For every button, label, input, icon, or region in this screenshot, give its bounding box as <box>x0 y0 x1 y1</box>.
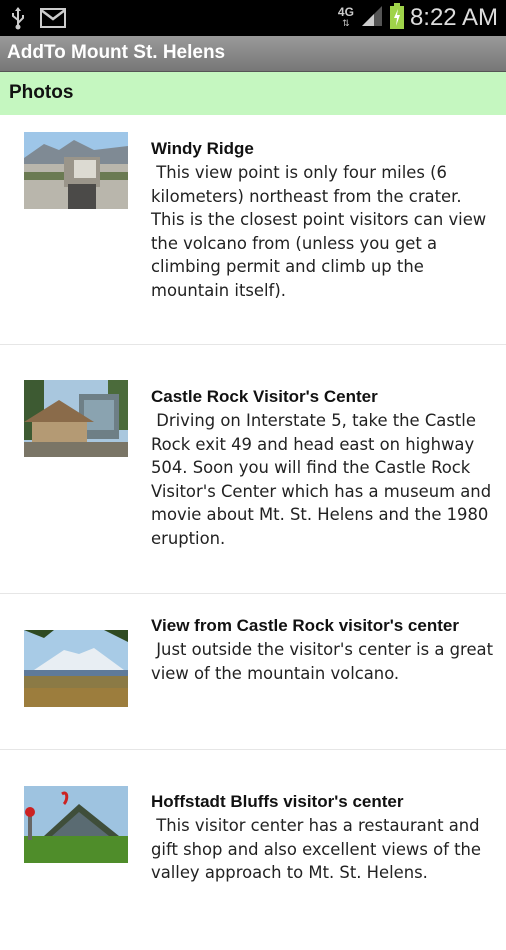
status-bar: 4G ⇅ 8:22 AM <box>0 0 506 36</box>
item-description: Driving on Interstate 5, take the Castle… <box>151 411 497 548</box>
photo-list: Windy Ridge This view point is only four… <box>0 115 506 950</box>
castle-rock-visitor-center-thumbnail <box>24 380 128 457</box>
list-item[interactable]: Castle Rock Visitor's Center Driving on … <box>0 345 506 594</box>
item-title: Windy Ridge <box>151 139 254 158</box>
list-item[interactable]: Hoffstadt Bluffs visitor's center This v… <box>0 750 506 950</box>
clock: 8:22 AM <box>409 4 498 31</box>
item-description: Just outside the visitor's center is a g… <box>151 640 499 683</box>
gmail-icon <box>40 8 66 32</box>
castle-rock-view-thumbnail <box>24 630 128 707</box>
list-item[interactable]: View from Castle Rock visitor's center J… <box>0 594 506 750</box>
signal-icon <box>360 4 384 32</box>
item-title: Castle Rock Visitor's Center <box>151 387 378 406</box>
app-title: AddTo Mount St. Helens <box>7 42 226 63</box>
section-header: Photos <box>0 72 506 115</box>
windy-ridge-thumbnail <box>24 132 128 209</box>
item-title: View from Castle Rock visitor's center <box>151 616 459 635</box>
list-item[interactable]: Windy Ridge This view point is only four… <box>0 115 506 345</box>
battery-icon <box>389 3 404 33</box>
usb-icon <box>10 6 26 34</box>
item-title: Hoffstadt Bluffs visitor's center <box>151 792 404 811</box>
hoffstadt-bluffs-thumbnail <box>24 786 128 863</box>
section-title: Photos <box>9 82 74 103</box>
action-bar: AddTo Mount St. Helens <box>0 36 506 72</box>
item-description: This visitor center has a restaurant and… <box>151 816 487 883</box>
item-description: This view point is only four miles (6 ki… <box>151 163 492 300</box>
network-type: 4G ⇅ <box>337 5 354 28</box>
